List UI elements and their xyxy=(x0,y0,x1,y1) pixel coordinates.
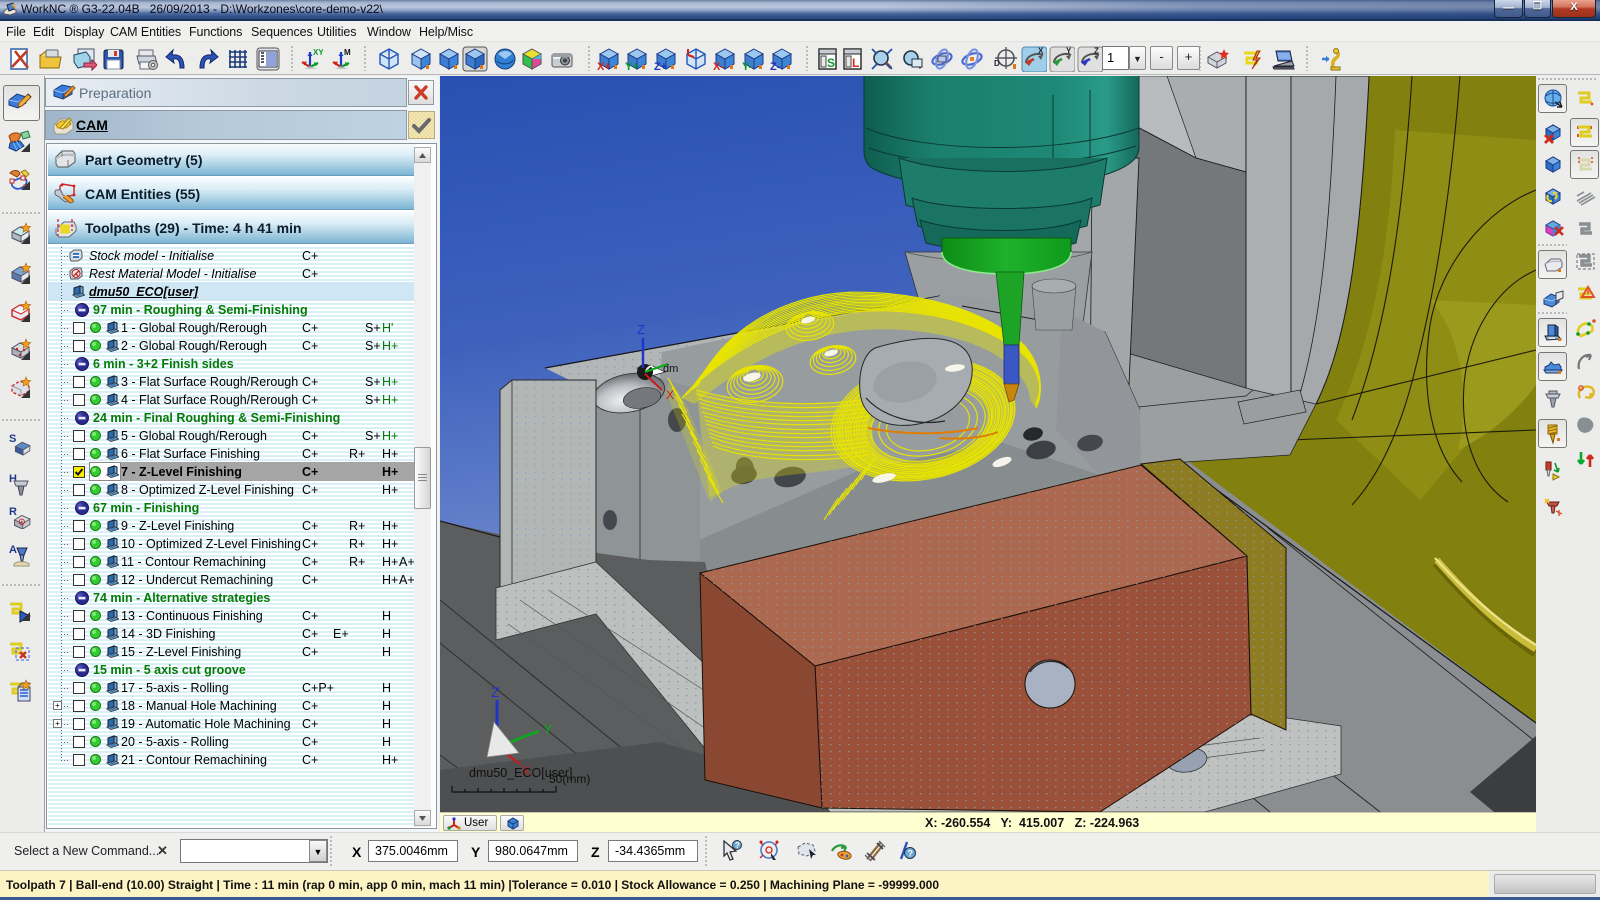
svg-text:Z: Z xyxy=(637,322,645,337)
svg-text:X: X xyxy=(1038,47,1044,56)
svg-text:?: ? xyxy=(735,841,740,850)
svg-text:dm: dm xyxy=(663,363,678,375)
svg-text:L: L xyxy=(852,56,859,70)
svg-text:Z: Z xyxy=(1094,47,1099,56)
svg-text:Y+: Y+ xyxy=(625,61,639,72)
svg-text:50(mm): 50(mm) xyxy=(549,772,590,786)
svg-text:Z-: Z- xyxy=(770,61,781,72)
svg-text:S: S xyxy=(9,433,16,445)
svg-text:?: ? xyxy=(908,849,914,859)
svg-text:D: D xyxy=(994,59,1000,68)
svg-text:Y: Y xyxy=(1066,47,1072,56)
svg-text:XY: XY xyxy=(313,48,323,57)
svg-text:X+: X+ xyxy=(597,61,611,72)
svg-text:M: M xyxy=(344,48,351,57)
svg-text:Y-: Y- xyxy=(742,61,753,72)
svg-text:Y: Y xyxy=(543,721,553,737)
svg-text:Z: Z xyxy=(491,684,500,700)
svg-text:X-: X- xyxy=(713,61,724,72)
svg-text:X: X xyxy=(666,388,674,402)
svg-text:S: S xyxy=(827,56,835,70)
svg-text:Z+: Z+ xyxy=(654,61,667,72)
svg-text:R: R xyxy=(9,506,17,518)
svg-text:A: A xyxy=(9,544,17,556)
